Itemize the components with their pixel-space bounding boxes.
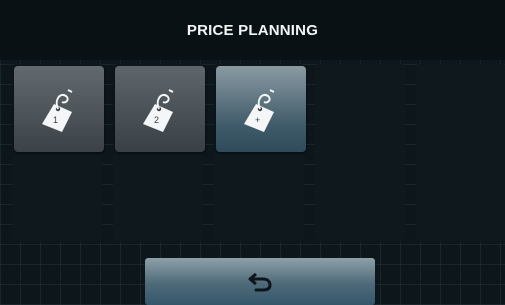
price-planning-screen: PRICE PLANNING 1 2 +	[0, 0, 505, 305]
price-tag-icon: 2	[143, 89, 174, 132]
tile-slot-empty	[315, 64, 405, 242]
price-tag-icon: 1	[42, 89, 73, 132]
tile-label: 2	[154, 115, 159, 125]
tile-slot-empty	[416, 64, 505, 242]
price-plan-tile-2[interactable]: 2	[115, 66, 205, 152]
price-tag-add-icon: +	[244, 89, 275, 132]
tile-label: 1	[53, 115, 58, 125]
return-arrow-icon	[248, 272, 272, 291]
back-button[interactable]	[145, 258, 375, 305]
price-plan-tile-1[interactable]: 1	[14, 66, 104, 152]
tile-label: +	[255, 115, 260, 125]
add-price-plan-tile[interactable]: +	[216, 66, 306, 152]
